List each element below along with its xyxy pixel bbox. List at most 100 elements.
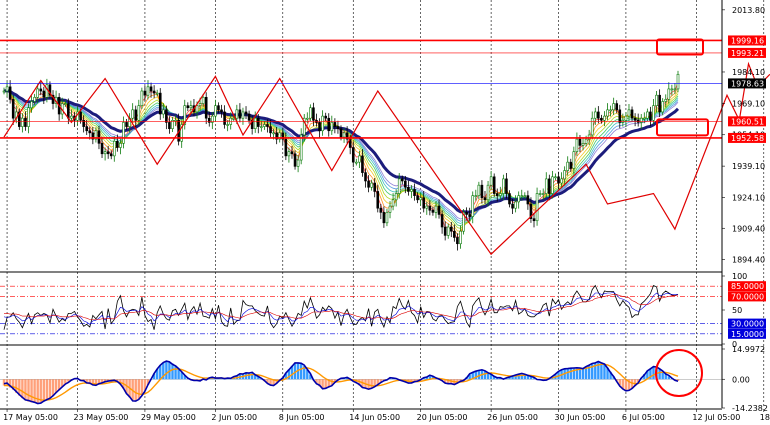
candle	[480, 180, 484, 204]
candle	[183, 99, 187, 130]
current-price-label: 1978.63	[731, 79, 764, 88]
candle-body	[119, 143, 122, 148]
macd-bar	[578, 368, 582, 380]
candle	[42, 86, 46, 104]
candle	[517, 191, 520, 209]
candle-body	[505, 178, 508, 194]
candle	[51, 90, 55, 110]
candle-body	[355, 161, 358, 164]
candle-body	[342, 132, 346, 138]
x-tick-label: 14 Jun 05:00	[349, 413, 400, 422]
candle-body	[422, 197, 426, 209]
candle-body	[67, 103, 70, 119]
macd-bar	[174, 365, 177, 380]
candle-body	[578, 138, 582, 146]
candle-body	[379, 207, 383, 213]
candle-body	[253, 117, 257, 129]
candle-body	[198, 103, 202, 106]
candle	[315, 113, 318, 127]
candle-body	[655, 94, 658, 106]
candle-body	[358, 155, 361, 163]
axes	[0, 0, 723, 410]
candle-body	[24, 117, 27, 127]
candle	[351, 141, 355, 168]
candle-body	[541, 193, 545, 195]
candle-body	[523, 195, 527, 197]
candle-body	[330, 122, 334, 132]
candle-body	[244, 111, 248, 115]
candle-body	[361, 155, 364, 173]
candle-body	[581, 143, 585, 146]
macd-bar	[600, 362, 603, 380]
price-tick-label: 1924.10	[732, 194, 765, 203]
candle-body	[489, 176, 493, 186]
candle-body	[134, 109, 138, 121]
candle-body	[569, 161, 573, 169]
candle	[152, 85, 156, 99]
candle-body	[434, 205, 438, 213]
price-tick-label: 1969.10	[732, 99, 765, 108]
candle-body	[548, 178, 551, 194]
candle-body	[642, 117, 646, 120]
candle-body	[575, 138, 579, 152]
candle-body	[554, 176, 557, 179]
candle-body	[456, 237, 459, 245]
candle-body	[5, 86, 9, 92]
candle	[597, 106, 600, 124]
candle-body	[480, 184, 484, 199]
candle-body	[566, 161, 570, 171]
candle	[492, 173, 496, 197]
candle-body	[223, 111, 226, 125]
candle	[5, 81, 9, 97]
candle-body	[382, 212, 386, 224]
candle	[459, 225, 462, 249]
candle-body	[477, 184, 481, 196]
level-label: 1952.58	[731, 134, 764, 143]
x-tick-label: 29 May 05:00	[141, 413, 196, 422]
candle	[333, 118, 337, 134]
price-tick-label: 1894.40	[732, 256, 765, 265]
candle-body	[535, 193, 539, 222]
candle-body	[11, 99, 15, 119]
macd-bar	[33, 379, 36, 403]
level-label: 1960.51	[731, 117, 764, 126]
candle-body	[238, 109, 242, 119]
candle	[557, 171, 560, 189]
candle-body	[42, 90, 46, 98]
macd-bar	[45, 379, 49, 400]
candle-body	[499, 193, 502, 196]
candle	[220, 104, 223, 118]
candle-body	[327, 117, 331, 132]
candle-body	[615, 103, 619, 111]
candle-body	[649, 111, 652, 121]
candle-body	[140, 90, 144, 106]
candle-body	[296, 159, 300, 167]
candle	[652, 98, 655, 125]
candle-body	[36, 88, 40, 98]
candle	[526, 190, 530, 210]
candle-body	[186, 105, 190, 109]
candle-body	[79, 111, 82, 121]
x-tick-label: 8 Jun 05:00	[279, 413, 325, 422]
candle-body	[293, 153, 297, 167]
oscillator-panel	[0, 284, 722, 335]
candle	[358, 150, 361, 169]
candle-body	[388, 205, 392, 213]
candle-body	[661, 101, 664, 113]
candle-body	[27, 107, 30, 127]
osc-level-label: 85.0000	[731, 282, 764, 291]
candle	[238, 103, 242, 123]
candle	[226, 120, 229, 132]
candle-body	[544, 178, 548, 194]
candle	[321, 110, 324, 136]
candle-body	[30, 101, 33, 109]
osc-series-line	[3, 291, 678, 325]
candle-body	[425, 205, 429, 209]
candle	[186, 102, 190, 112]
candle-body	[600, 117, 603, 121]
macd-main-line	[3, 360, 679, 405]
candle-body	[440, 214, 444, 228]
macd-bar	[42, 379, 46, 402]
candle-body	[309, 107, 312, 119]
osc-tick-label: 100	[732, 272, 747, 281]
